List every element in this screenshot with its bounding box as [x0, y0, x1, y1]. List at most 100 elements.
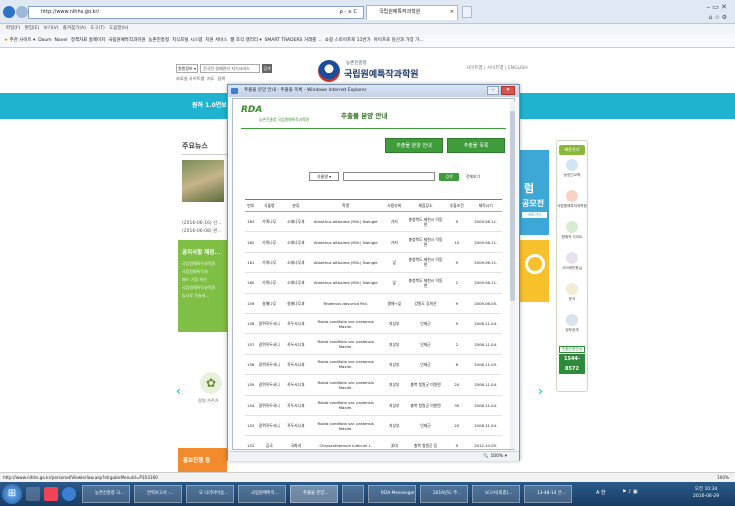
table-row[interactable]: 157 갈퀴꼭두서니 꼭두서니과 Rubia cordifolia var. prat… — [245, 333, 502, 355]
contest-button[interactable]: 바로가기 — [522, 212, 547, 218]
close-button[interactable]: ✕ — [501, 86, 515, 95]
popup-titlebar[interactable]: 추출물 분양 안내 - 추출물 목록 - Windows Internet Ex… — [228, 85, 519, 97]
task-item[interactable]: 연락보고서 -... — [134, 485, 182, 503]
cell-no: 152 — [245, 435, 257, 449]
menu-edit[interactable]: 편집(E) — [25, 26, 40, 31]
ie-pinned-icon[interactable] — [62, 487, 76, 501]
table-row[interactable]: 163 가죽나무 소태나무과 Ailanthus altissima (Mill.) … — [245, 211, 502, 233]
filter-all-button[interactable]: 전체보기 — [461, 173, 485, 181]
tray-lang[interactable]: A 한 — [596, 489, 606, 496]
quick-item[interactable]: 사이버민원실 — [557, 252, 587, 280]
bottom-label[interactable]: 장원 가주가 — [198, 398, 219, 404]
site-link[interactable]: 검색 — [217, 76, 225, 81]
quick-item[interactable]: 원예작 사이트 — [557, 221, 587, 249]
task-item[interactable] — [342, 485, 364, 503]
task-item[interactable]: 2016년도 주... — [420, 485, 468, 503]
quick-item[interactable]: 농업인교육 — [557, 159, 587, 187]
cell-cond: 9 — [444, 293, 470, 314]
fav-item[interactable]: 지식포털 시스템 — [172, 38, 202, 43]
notice-green-panel[interactable]: 공지사항 제정... 국립원예특작과학원 국립원예특작과 패드 가정 개선 국립… — [178, 240, 227, 332]
popup-zoom[interactable]: 🔍 100% ▾ — [483, 454, 507, 459]
site-top-links[interactable]: 사이트맵 | 사이트맵 | ENGLISH — [466, 65, 528, 71]
tray-icons[interactable]: ⚑ ♪ ▣ — [622, 489, 638, 495]
window-controls[interactable]: – ▭ ✕ — [707, 3, 727, 11]
news-thumbnail[interactable] — [182, 160, 224, 202]
org-name[interactable]: 국립원예특작과학원 — [344, 67, 419, 80]
table-row[interactable]: 161 가죽나무 소태나무과 Ailanthus altissima (Mill.) … — [245, 252, 502, 274]
fav-item[interactable]: 국립원예특작과학원 — [108, 38, 145, 43]
scrollbar-thumb[interactable] — [510, 111, 515, 301]
forward-icon[interactable] — [16, 6, 28, 18]
browser-tab[interactable]: 국립원예특작과학원 × — [366, 5, 458, 20]
site-link[interactable]: 지도 — [207, 76, 215, 81]
minimize-button[interactable]: – — [487, 86, 499, 95]
table-row[interactable]: 155 갈퀴꼭두서니 꼭두서니과 Rubia cordifolia var. prat… — [245, 374, 502, 396]
table-row[interactable]: 159 갈매나무 갈매나무과 Rhamnus davurica Pall. 열매+잎 강원… — [245, 293, 502, 314]
quick-item[interactable]: 문서 — [557, 283, 587, 311]
fav-item[interactable]: Daum — [38, 38, 51, 43]
table-row[interactable]: 156 갈퀴꼭두서니 꼭두서니과 Rubia cordifolia var. prat… — [245, 354, 502, 376]
home-star-gear-icon[interactable]: ⌂ ☆ ⚙ — [709, 14, 727, 21]
task-item[interactable]: 보고서(최종)... — [472, 485, 520, 503]
address-bar[interactable]: http://www.nihhs.go.kr/ ρ - ≥ C — [28, 6, 364, 19]
table-row[interactable]: 152 감국 국화과 Chrysanthemum indicum L. 꽃대 충북 청원군… — [245, 435, 502, 449]
quick-item-icon — [566, 252, 578, 264]
news-date-1[interactable]: (2016-06-16) 선... — [182, 220, 222, 226]
yellow-tile[interactable] — [520, 240, 549, 302]
filter-select[interactable]: 식물명 ▾ — [309, 172, 339, 181]
task-item[interactable]: 국립원예특작... — [238, 485, 286, 503]
clock[interactable]: 오전 10:34 2016-06-29 — [693, 486, 719, 500]
task-item[interactable]: 오 니라아이승... — [186, 485, 234, 503]
site-search-input[interactable]: 전국민 원예관리 지식서비스 — [200, 64, 260, 73]
news-date-2[interactable]: (2016-06-08) 원... — [182, 228, 222, 234]
carousel-prev-icon[interactable]: ‹ — [176, 384, 181, 398]
browser-toolbar: http://www.nihhs.go.kr/ ρ - ≥ C 국립원예특작과학… — [0, 0, 735, 24]
fav-item[interactable]: SMART TRADERS 거래를 ... — [265, 38, 322, 43]
explorer-pinned-icon[interactable] — [26, 487, 40, 501]
fav-item[interactable]: 추천 사이트 ▾ — [9, 38, 35, 43]
task-item[interactable]: RDA Messenger — [368, 485, 416, 503]
table-row[interactable]: 154 갈퀴꼭두서니 꼭두서니과 Rubia cordifolia var. prat… — [245, 395, 502, 416]
menu-tools[interactable]: 도구(T) — [90, 26, 105, 31]
carousel-next-icon[interactable]: › — [538, 384, 543, 398]
fav-item[interactable]: Naver — [55, 38, 68, 43]
fav-item[interactable]: 아이프로 당신과 가장 가... — [374, 38, 424, 43]
promo-orange-tile[interactable]: 홍보진행 중 — [178, 448, 227, 472]
fav-item[interactable]: 웹 조각 갤러리 ▾ — [230, 38, 261, 43]
table-row[interactable]: 158 갈퀴꼭두서니 꼭두서니과 Rubia cordifolia var. prat… — [245, 313, 502, 335]
site-search-button[interactable]: 검색 — [262, 64, 272, 73]
back-icon[interactable] — [3, 6, 15, 18]
table-row[interactable]: 162 가죽나무 소태나무과 Ailanthus altissima (Mill.) … — [245, 231, 502, 253]
popup-scrollbar[interactable] — [510, 101, 515, 449]
task-item[interactable]: 13-48-14 은... — [524, 485, 572, 503]
menu-help[interactable]: 도움말(H) — [109, 26, 128, 31]
task-item[interactable]: 농촌진흥청 국... — [82, 485, 130, 503]
filter-search-button[interactable]: 검색 — [439, 173, 459, 181]
pinned-app-icon[interactable] — [44, 487, 58, 501]
phone-number[interactable]: 1544-8572 — [559, 354, 585, 374]
extract-list-button[interactable]: 추출물 목록 — [447, 138, 505, 153]
cell-place: 인제군 — [407, 333, 445, 355]
fav-item[interactable]: 농촌진흥청 — [148, 38, 169, 43]
task-item-active[interactable]: 추출물 분양... — [290, 485, 338, 503]
table-row[interactable]: 153 갈퀴꼭두서니 꼭두서니과 Rubia cordifolia var. prat… — [245, 415, 502, 437]
contest-banner[interactable]: 럼 공모전 바로가기 — [520, 150, 549, 235]
table-row[interactable]: 160 가죽나무 소태나무과 Ailanthus altissima (Mill.) … — [245, 272, 502, 294]
start-button[interactable]: ⊞ — [2, 484, 22, 504]
rda-org: 농촌진흥청 국립원예특작과학원 — [259, 117, 310, 122]
filter-input[interactable] — [343, 172, 435, 181]
extract-info-button[interactable]: 추출물 분양 안내 — [385, 138, 443, 153]
site-link[interactable]: 자료실 사이트맵 — [176, 76, 204, 81]
tab-close-icon[interactable]: × — [450, 6, 454, 19]
fav-item[interactable]: 정책자료 홈페이지 — [71, 38, 106, 43]
new-tab-button[interactable] — [462, 6, 472, 18]
address-controls[interactable]: ρ - ≥ C — [340, 7, 357, 18]
fav-item[interactable]: 지원 서비스 — [205, 38, 227, 43]
quick-item[interactable]: 국립원예특작과학원 — [557, 190, 587, 218]
quick-item[interactable]: 정보공개 — [557, 314, 587, 342]
site-search-select[interactable]: 원원정보 ▾ — [176, 64, 198, 73]
fav-item[interactable]: 쇼핑 스토어프로 11번가 — [325, 38, 371, 43]
menu-view[interactable]: 보기(V) — [44, 26, 59, 31]
menu-favorites[interactable]: 즐겨찾기(A) — [63, 26, 86, 31]
menu-file[interactable]: 파일(F) — [6, 26, 20, 31]
